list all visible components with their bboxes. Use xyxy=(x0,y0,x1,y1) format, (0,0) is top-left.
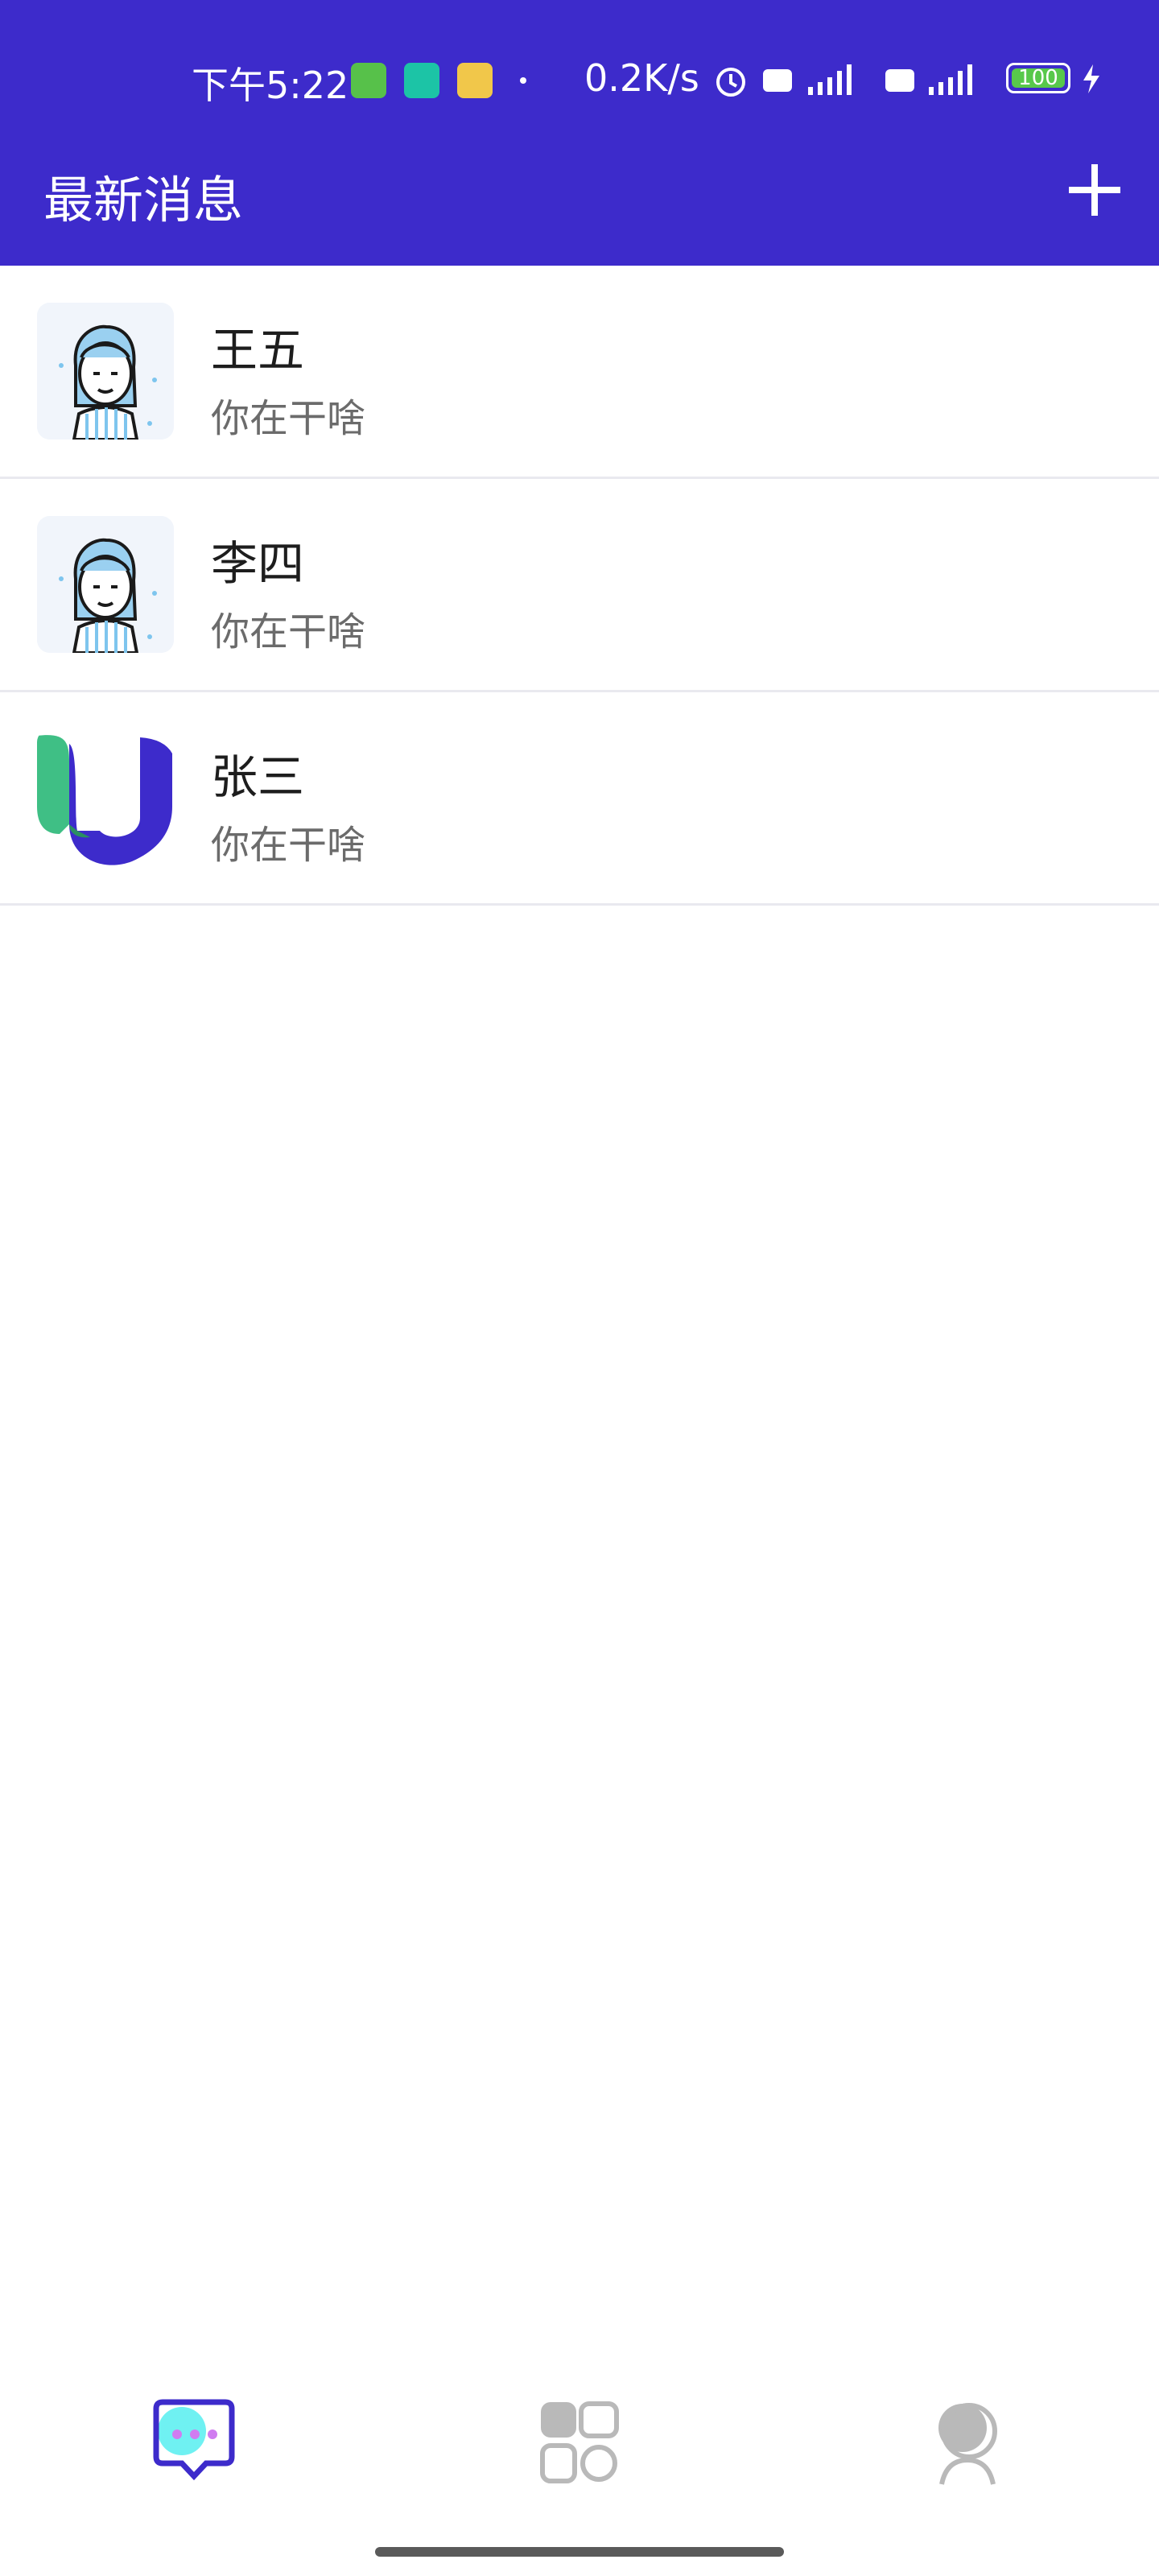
add-icon[interactable] xyxy=(1062,158,1127,222)
dot-icon xyxy=(520,77,526,84)
bottom-navigation xyxy=(0,2383,1159,2496)
message-preview: 你在干啥 xyxy=(211,823,366,868)
app-notification-icon xyxy=(351,63,386,98)
conversation-item[interactable]: 张三 你在干啥 xyxy=(0,692,1159,906)
status-time: 下午5:22 xyxy=(192,64,349,107)
signal-icon-2 xyxy=(885,64,972,95)
contact-name: 张三 xyxy=(211,749,305,804)
contact-name: 王五 xyxy=(211,323,305,378)
home-indicator[interactable] xyxy=(375,2547,784,2557)
woman-avatar-icon xyxy=(37,516,174,653)
conversation-item[interactable]: 王五 你在干啥 xyxy=(0,266,1159,479)
security-notification-icon xyxy=(404,63,439,98)
conversation-list: 王五 你在干啥 李四 你在干啥 张三 你在干啥 xyxy=(0,266,1159,906)
charging-icon xyxy=(1083,64,1099,93)
conversation-item[interactable]: 李四 你在干啥 xyxy=(0,479,1159,692)
status-bar: 下午5:22 0.2K/s 100 xyxy=(0,48,1159,113)
profile-icon[interactable] xyxy=(922,2399,1011,2487)
app-header: 下午5:22 0.2K/s 100 最新消息 xyxy=(0,0,1159,266)
message-preview: 你在干啥 xyxy=(211,396,366,441)
signal-icon xyxy=(763,64,852,95)
woman-avatar-icon xyxy=(37,303,174,440)
net-speed: 0.2K/s xyxy=(584,56,699,100)
send-notification-icon xyxy=(457,63,493,98)
battery-level: 100 xyxy=(1012,68,1065,89)
message-preview: 你在干啥 xyxy=(211,609,366,654)
contact-name: 李四 xyxy=(211,536,305,591)
u-logo-icon xyxy=(37,729,174,866)
battery-icon: 100 xyxy=(1006,63,1070,93)
page-title: 最新消息 xyxy=(43,171,244,229)
apps-icon[interactable] xyxy=(536,2399,625,2487)
chat-icon[interactable] xyxy=(150,2399,238,2487)
alarm-icon xyxy=(716,68,745,97)
